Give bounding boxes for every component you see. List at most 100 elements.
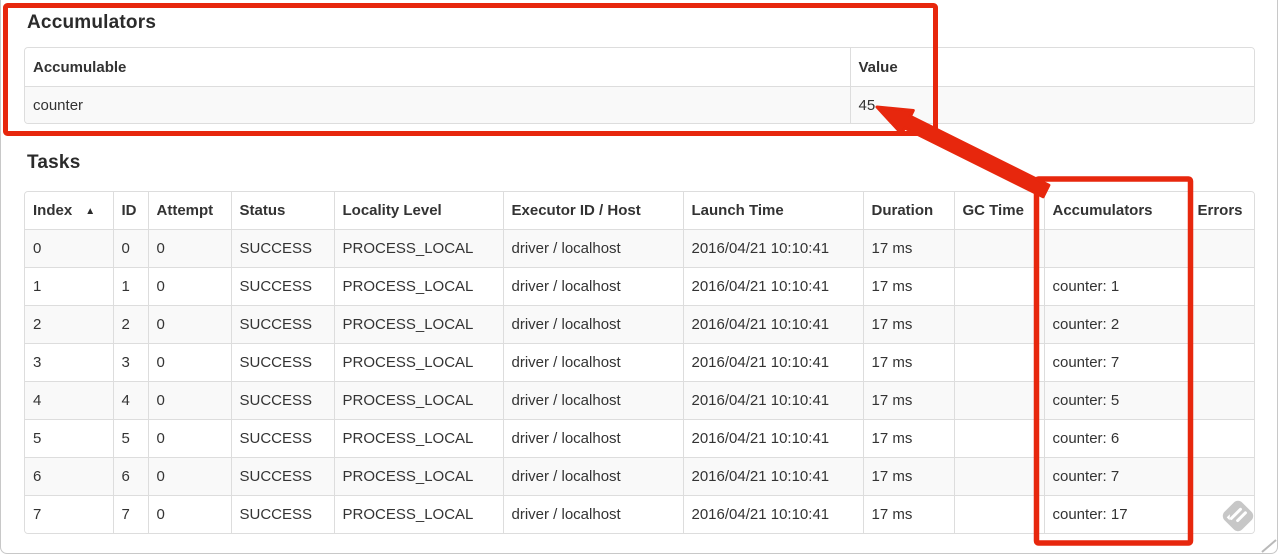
table-cell-id: 4 xyxy=(112,381,148,420)
table-cell-duration: 17 ms xyxy=(862,343,954,382)
table-cell-duration: 17 ms xyxy=(862,267,954,306)
table-cell-locality_level: PROCESS_LOCAL xyxy=(333,343,503,382)
column-header-duration[interactable]: Duration xyxy=(862,192,954,230)
accumulators-heading: Accumulators xyxy=(27,12,157,33)
table-cell-attempt: 0 xyxy=(147,419,231,458)
table-cell-status: SUCCESS xyxy=(230,305,334,344)
table-cell-executor_id_host: driver / localhost xyxy=(502,267,683,306)
table-cell-attempt: 0 xyxy=(147,229,231,268)
table-cell-status: SUCCESS xyxy=(230,267,334,306)
column-header-locality_level[interactable]: Locality Level xyxy=(333,192,503,230)
header-row: Index ▲ ID Attempt Status Locality Level Execu… xyxy=(25,192,1254,230)
table-cell-attempt: 0 xyxy=(147,381,231,420)
table-cell-locality_level: PROCESS_LOCAL xyxy=(333,495,503,533)
table-cell-locality_level: PROCESS_LOCAL xyxy=(333,229,503,268)
table-row: 4 4 0 SUCCESS PROCESS_LOCAL driver / localhos… xyxy=(25,381,1254,420)
tasks-table: Index ▲ ID Attempt Status Locality Level Execu… xyxy=(24,191,1255,534)
table-cell-status: SUCCESS xyxy=(230,495,334,533)
column-header: Value xyxy=(849,48,1254,87)
table-cell-executor_id_host: driver / localhost xyxy=(502,229,683,268)
table-cell-attempt: 0 xyxy=(147,457,231,496)
table-cell-gc_time xyxy=(953,457,1044,496)
table-cell-launch_time: 2016/04/21 10:10:41 xyxy=(682,343,863,382)
table-row: 2 2 0 SUCCESS PROCESS_LOCAL driver / localhos… xyxy=(25,305,1254,344)
table-cell-duration: 17 ms xyxy=(862,419,954,458)
table-cell-id: 5 xyxy=(112,419,148,458)
table-cell-launch_time: 2016/04/21 10:10:41 xyxy=(682,419,863,458)
table-cell-gc_time xyxy=(953,381,1044,420)
table-cell-attempt: 0 xyxy=(147,305,231,344)
table-cell-duration: 17 ms xyxy=(862,457,954,496)
column-header-accumulators[interactable]: Accumulators xyxy=(1043,192,1189,230)
table-cell-index: 6 xyxy=(25,457,113,496)
table-cell-executor_id_host: driver / localhost xyxy=(502,343,683,382)
table-cell-index: 3 xyxy=(25,343,113,382)
table-cell-accumulators: counter: 1 xyxy=(1043,267,1189,306)
column-header-label: ID xyxy=(121,202,137,219)
table-cell-index: 0 xyxy=(25,229,113,268)
table-row: 0 0 0 SUCCESS PROCESS_LOCAL driver / localhos… xyxy=(25,229,1254,268)
table-cell-locality_level: PROCESS_LOCAL xyxy=(333,267,503,306)
column-header-label: Executor ID / Host xyxy=(511,202,641,219)
table-cell-status: SUCCESS xyxy=(230,419,334,458)
table-cell-id: 2 xyxy=(112,305,148,344)
table-cell-attempt: 0 xyxy=(147,267,231,306)
table-cell-id: 1 xyxy=(112,267,148,306)
table-cell-locality_level: PROCESS_LOCAL xyxy=(333,457,503,496)
table-cell-duration: 17 ms xyxy=(862,381,954,420)
table-row: 5 5 0 SUCCESS PROCESS_LOCAL driver / localhos… xyxy=(25,419,1254,458)
column-header-label: GC Time xyxy=(962,202,1024,219)
table-cell-attempt: 0 xyxy=(147,343,231,382)
table-cell-index: 5 xyxy=(25,419,113,458)
accumulators-table: Accumulable Value counter 45 xyxy=(24,47,1255,124)
table-cell-index: 4 xyxy=(25,381,113,420)
column-header-attempt[interactable]: Attempt xyxy=(147,192,231,230)
table-cell-accumulators: counter: 6 xyxy=(1043,419,1189,458)
table-cell-status: SUCCESS xyxy=(230,381,334,420)
table-cell-launch_time: 2016/04/21 10:10:41 xyxy=(682,495,863,533)
column-header-label: Index xyxy=(33,202,73,219)
table-cell-executor_id_host: driver / localhost xyxy=(502,305,683,344)
column-header-id[interactable]: ID xyxy=(112,192,148,230)
table-cell-accumulators xyxy=(1043,229,1189,268)
table-cell-id: 6 xyxy=(112,457,148,496)
column-header-label: Locality Level xyxy=(342,202,442,219)
table-cell-index: 2 xyxy=(25,305,113,344)
table-cell-executor_id_host: driver / localhost xyxy=(502,495,683,533)
table-cell-accumulators: counter: 7 xyxy=(1043,343,1189,382)
table-cell-status: SUCCESS xyxy=(230,457,334,496)
column-header-launch_time[interactable]: Launch Time xyxy=(682,192,863,230)
column-header-gc_time[interactable]: GC Time xyxy=(953,192,1044,230)
table-cell-duration: 17 ms xyxy=(862,229,954,268)
table-row: 3 3 0 SUCCESS PROCESS_LOCAL driver / localhos… xyxy=(25,343,1254,382)
table-row: 6 6 0 SUCCESS PROCESS_LOCAL driver / localhos… xyxy=(25,457,1254,496)
resize-grip-icon xyxy=(1261,539,1277,553)
column-header-label: Duration xyxy=(871,202,934,219)
column-header-status[interactable]: Status xyxy=(230,192,334,230)
table-cell-index: 7 xyxy=(25,495,113,533)
column-header-index[interactable]: Index ▲ xyxy=(25,192,113,230)
table-row: 7 7 0 SUCCESS PROCESS_LOCAL driver / localhos… xyxy=(25,495,1254,533)
table-cell-duration: 17 ms xyxy=(862,305,954,344)
tasks-table-head: Index ▲ ID Attempt Status Locality Level Execu… xyxy=(25,192,1254,230)
table-cell-executor_id_host: driver / localhost xyxy=(502,381,683,420)
table-cell-errors xyxy=(1188,343,1254,382)
table-cell-index: 1 xyxy=(25,267,113,306)
header-row: Accumulable Value xyxy=(25,48,1254,87)
column-header-executor_id_host[interactable]: Executor ID / Host xyxy=(502,192,683,230)
table-cell: 45 xyxy=(849,86,1254,123)
table-cell-executor_id_host: driver / localhost xyxy=(502,457,683,496)
table-cell-errors xyxy=(1188,419,1254,458)
accumulators-table-body: counter 45 xyxy=(25,86,1254,123)
column-header-errors[interactable]: Errors xyxy=(1188,192,1254,230)
tasks-table-body: 0 0 0 SUCCESS PROCESS_LOCAL driver / localhos… xyxy=(25,229,1254,533)
table-cell-id: 3 xyxy=(112,343,148,382)
tasks-heading: Tasks xyxy=(27,152,81,173)
table-cell: counter xyxy=(25,86,850,123)
table-cell-launch_time: 2016/04/21 10:10:41 xyxy=(682,457,863,496)
table-cell-locality_level: PROCESS_LOCAL xyxy=(333,419,503,458)
table-cell-launch_time: 2016/04/21 10:10:41 xyxy=(682,381,863,420)
table-cell-errors xyxy=(1188,381,1254,420)
column-header-label: Accumulators xyxy=(1052,202,1153,219)
table-cell-launch_time: 2016/04/21 10:10:41 xyxy=(682,229,863,268)
